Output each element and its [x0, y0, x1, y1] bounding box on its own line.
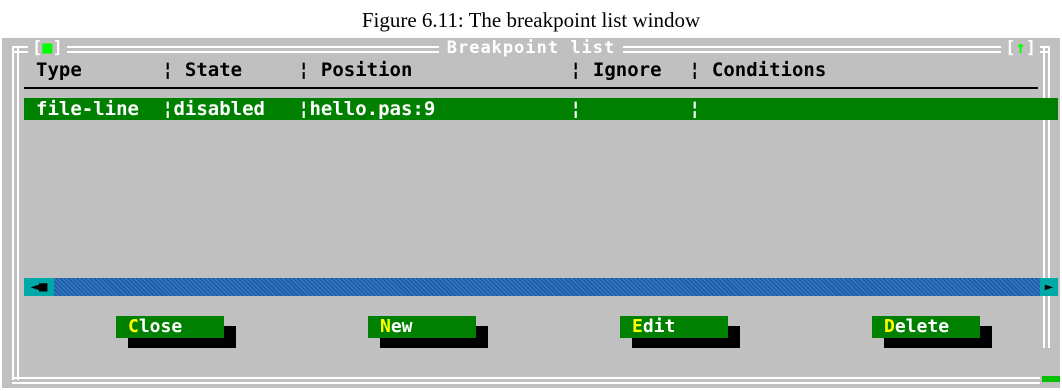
scroll-left-arrow-icon[interactable]: ◄■ [24, 278, 54, 296]
zoom-arrow-icon: ↑ [1015, 38, 1026, 58]
edit-button[interactable]: Edit [620, 316, 740, 348]
column-header-type[interactable]: Type [36, 58, 82, 82]
edit-label: dit [642, 316, 676, 337]
new-hotkey: N [380, 316, 391, 337]
window-frame-left [12, 46, 19, 380]
window-frame-bottom [12, 377, 1040, 384]
breakpoint-list-window: Breakpoint list [■] [↑] Type ¦ State ¦ P… [2, 38, 1060, 388]
column-header-conditions[interactable]: ¦ Conditions [689, 58, 826, 82]
zoom-bracket-left: [ [1005, 38, 1016, 58]
new-label: ew [390, 316, 413, 337]
column-header-state[interactable]: ¦ State [162, 58, 242, 82]
new-button[interactable]: New [368, 316, 488, 348]
close-window-button[interactable]: [■] [28, 39, 67, 57]
column-header-ignore[interactable]: ¦ Ignore [570, 58, 662, 82]
close-hotkey: C [128, 316, 139, 337]
scroll-right-arrow-icon[interactable]: ► [1040, 278, 1058, 296]
close-bracket-left: [ [32, 38, 43, 58]
edit-button-face[interactable]: Edit [620, 316, 728, 338]
close-button[interactable]: Close [116, 316, 236, 348]
delete-button[interactable]: Delete [872, 316, 992, 348]
close-bracket-right: ] [52, 38, 63, 58]
column-header-position[interactable]: ¦ Position [298, 58, 412, 82]
close-label: lose [138, 316, 183, 337]
horizontal-scrollbar[interactable]: ◄■ ► [24, 278, 1058, 296]
breakpoint-conditions: ¦ [689, 98, 701, 120]
figure-caption: Figure 6.11: The breakpoint list window [361, 8, 701, 32]
breakpoint-position: ¦hello.pas:9 [298, 98, 436, 120]
delete-label: elete [894, 316, 950, 337]
window-frame-right [1043, 46, 1050, 348]
delete-hotkey: D [884, 316, 895, 337]
zoom-window-button[interactable]: [↑] [1001, 39, 1040, 57]
breakpoint-ignore: ¦ [570, 98, 582, 120]
resize-handle[interactable] [1042, 376, 1060, 382]
window-title-bar[interactable]: Breakpoint list [2, 38, 1060, 58]
edit-hotkey: E [632, 316, 643, 337]
breakpoint-type: file-line [36, 98, 139, 120]
breakpoint-state: ¦disabled [162, 98, 265, 120]
delete-button-face[interactable]: Delete [872, 316, 980, 338]
close-button-face[interactable]: Close [116, 316, 224, 338]
zoom-bracket-right: ] [1025, 38, 1036, 58]
close-icon: ■ [42, 38, 53, 58]
window-title: Breakpoint list [438, 38, 624, 58]
new-button-face[interactable]: New [368, 316, 476, 338]
breakpoint-row[interactable]: file-line ¦disabled ¦hello.pas:9 ¦ ¦ [24, 98, 1058, 120]
header-divider [24, 87, 1038, 89]
